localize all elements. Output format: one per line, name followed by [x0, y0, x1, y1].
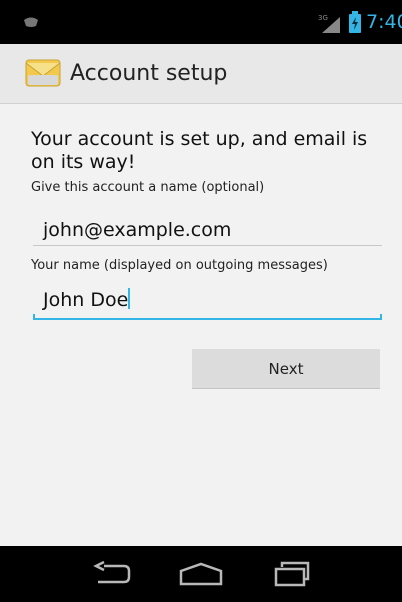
account-name-field[interactable]: john@example.com [33, 206, 382, 246]
back-button[interactable] [82, 558, 142, 590]
navigation-bar [0, 546, 402, 602]
setup-complete-headline: Your account is set up, and email is on … [31, 128, 368, 173]
your-name-underline [33, 314, 382, 320]
account-name-label: Give this account a name (optional) [31, 180, 265, 195]
text-cursor [128, 288, 131, 309]
your-name-value: John Doe [43, 289, 129, 311]
home-button[interactable] [171, 558, 231, 590]
your-name-field[interactable]: John Doe [33, 280, 382, 320]
recent-apps-icon [274, 561, 310, 587]
signal-icon: 3G [318, 14, 340, 33]
clock: 7:40 [366, 11, 402, 33]
email-app-icon [25, 59, 61, 87]
your-name-label: Your name (displayed on outgoing message… [31, 258, 328, 273]
account-name-value: john@example.com [43, 219, 232, 241]
battery-icon [349, 11, 361, 33]
next-button[interactable]: Next [192, 349, 380, 389]
account-setup-form: Your account is set up, and email is on … [0, 104, 402, 546]
status-bar: 3G 7:40 [0, 0, 402, 44]
svg-text:3G: 3G [318, 14, 328, 22]
your-name-input-text: John Doe [43, 288, 131, 312]
page-title: Account setup [70, 61, 228, 86]
account-name-underline [33, 245, 382, 246]
action-bar: Account setup [0, 44, 402, 104]
home-icon [179, 562, 223, 586]
recent-apps-button[interactable] [262, 558, 322, 590]
notification-icon [24, 17, 38, 27]
back-icon [93, 561, 131, 584]
